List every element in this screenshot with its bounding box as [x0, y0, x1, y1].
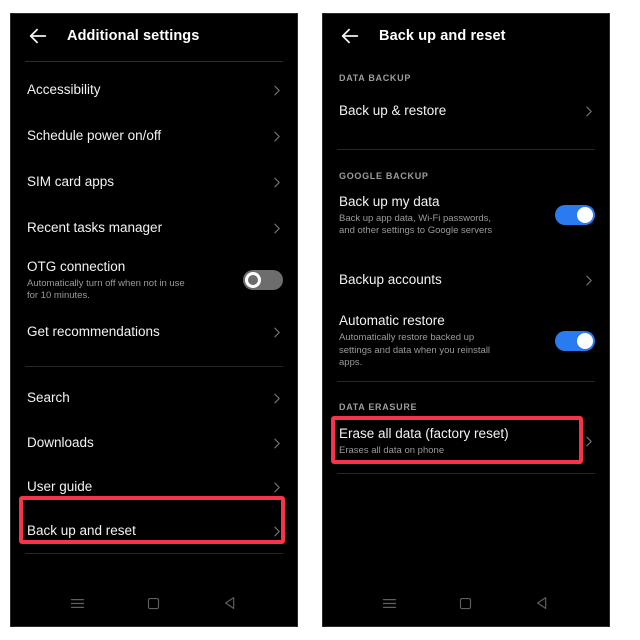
sidebar-item-accessibility[interactable]: Accessibility — [11, 67, 297, 113]
chevron-right-icon — [269, 524, 283, 538]
chevron-right-icon — [269, 480, 283, 494]
sidebar-item-otg-connection[interactable]: OTG connection Automatically turn off wh… — [11, 251, 297, 309]
row-text: Back up my data Back up app data, Wi-Fi … — [339, 193, 547, 238]
menu-icon[interactable] — [60, 586, 94, 620]
section-header-data-erasure: DATA ERASURE — [339, 402, 418, 412]
row-description: Erases all data on phone — [339, 444, 445, 456]
screenshot-stage: Additional settings Accessibility Schedu… — [0, 0, 640, 640]
right-navigation-bar — [323, 580, 609, 626]
page-title: Additional settings — [67, 28, 200, 44]
row-erase-all-data[interactable]: Erase all data (factory reset) Erases al… — [323, 417, 609, 465]
chevron-right-icon — [269, 129, 283, 143]
row-label: User guide — [27, 479, 93, 494]
list-divider — [25, 366, 283, 367]
left-appbar: Additional settings — [11, 14, 297, 58]
chevron-right-icon — [581, 273, 595, 287]
row-backup-accounts[interactable]: Backup accounts — [323, 254, 609, 306]
row-text: Back up and reset — [27, 522, 263, 540]
row-description: Back up app data, Wi-Fi passwords, and o… — [339, 212, 493, 237]
back-up-my-data-toggle[interactable] — [555, 205, 595, 225]
list-divider — [337, 381, 595, 382]
row-label: Back up my data — [339, 193, 440, 209]
right-settings-list: DATA BACKUP Back up & restore GOOGLE BAC… — [323, 72, 609, 474]
row-automatic-restore[interactable]: Automatic restore Automatically restore … — [323, 312, 609, 370]
otg-connection-toggle[interactable] — [243, 270, 283, 290]
row-label: Accessibility — [27, 82, 101, 97]
back-triangle-icon[interactable] — [214, 586, 248, 620]
row-text: Backup accounts — [339, 271, 575, 289]
list-divider — [25, 553, 283, 554]
row-text: Get recommendations — [27, 323, 263, 341]
phone-screen-back-up-and-reset: Back up and reset DATA BACKUP Back up & … — [322, 13, 610, 627]
row-back-up-my-data[interactable]: Back up my data Back up app data, Wi-Fi … — [323, 186, 609, 244]
menu-icon[interactable] — [372, 586, 406, 620]
header-divider — [25, 61, 283, 62]
toggle-knob — [577, 207, 593, 223]
left-settings-list: Accessibility Schedule power on/off SIM … — [11, 67, 297, 554]
left-screen: Additional settings Accessibility Schedu… — [11, 14, 297, 626]
section-header-google-backup: GOOGLE BACKUP — [339, 171, 429, 181]
left-navigation-bar — [11, 580, 297, 626]
row-text: Downloads — [27, 434, 263, 452]
row-text: Accessibility — [27, 81, 263, 99]
row-text: Schedule power on/off — [27, 127, 263, 145]
row-label: Automatic restore — [339, 313, 445, 329]
row-text: OTG connection Automatically turn off wh… — [27, 258, 235, 303]
chevron-right-icon — [269, 83, 283, 97]
row-text: Back up & restore — [339, 102, 575, 120]
row-label: SIM card apps — [27, 174, 115, 189]
chevron-right-icon — [269, 175, 283, 189]
row-text: Automatic restore Automatically restore … — [339, 312, 547, 370]
chevron-right-icon — [269, 391, 283, 405]
row-label: Back up and reset — [27, 523, 136, 538]
row-description: Automatically restore backed up settings… — [339, 332, 491, 369]
row-label: Erase all data (factory reset) — [339, 425, 509, 441]
row-label: Recent tasks manager — [27, 220, 163, 235]
toggle-knob — [577, 333, 593, 349]
row-text: Recent tasks manager — [27, 219, 263, 237]
chevron-right-icon — [269, 436, 283, 450]
row-text: User guide — [27, 478, 263, 496]
row-text: Search — [27, 389, 263, 407]
home-square-icon[interactable] — [449, 586, 483, 620]
row-label: Back up & restore — [339, 103, 447, 118]
sidebar-item-user-guide[interactable]: User guide — [11, 465, 297, 509]
sidebar-item-downloads[interactable]: Downloads — [11, 421, 297, 465]
sidebar-item-back-up-and-reset[interactable]: Back up and reset — [11, 509, 297, 553]
row-description: Automatically turn off when not in use f… — [27, 277, 185, 302]
section-header-data-backup: DATA BACKUP — [339, 73, 412, 83]
chevron-right-icon — [581, 104, 595, 118]
right-screen: Back up and reset DATA BACKUP Back up & … — [323, 14, 609, 626]
list-divider — [337, 473, 595, 474]
sidebar-item-get-recommendations[interactable]: Get recommendations — [11, 309, 297, 355]
back-triangle-icon[interactable] — [526, 586, 560, 620]
row-label: Get recommendations — [27, 324, 160, 339]
home-square-icon[interactable] — [137, 586, 171, 620]
row-label: Downloads — [27, 435, 94, 450]
row-text: Erase all data (factory reset) Erases al… — [339, 425, 575, 458]
chevron-right-icon — [581, 434, 595, 448]
list-divider — [337, 149, 595, 150]
sidebar-item-schedule-power[interactable]: Schedule power on/off — [11, 113, 297, 159]
automatic-restore-toggle[interactable] — [555, 331, 595, 351]
right-appbar: Back up and reset — [323, 14, 609, 58]
row-label: Search — [27, 390, 70, 405]
phone-screen-additional-settings: Additional settings Accessibility Schedu… — [10, 13, 298, 627]
arrow-left-icon[interactable] — [339, 25, 361, 47]
row-back-up-and-restore[interactable]: Back up & restore — [323, 88, 609, 134]
sidebar-item-recent-tasks-manager[interactable]: Recent tasks manager — [11, 205, 297, 251]
sidebar-item-search[interactable]: Search — [11, 375, 297, 421]
chevron-right-icon — [269, 221, 283, 235]
row-text: SIM card apps — [27, 173, 263, 191]
chevron-right-icon — [269, 325, 283, 339]
sidebar-item-sim-card-apps[interactable]: SIM card apps — [11, 159, 297, 205]
toggle-knob — [245, 272, 261, 288]
row-label: Schedule power on/off — [27, 128, 162, 143]
page-title: Back up and reset — [379, 28, 506, 44]
arrow-left-icon[interactable] — [27, 25, 49, 47]
row-label: Backup accounts — [339, 272, 442, 287]
row-label: OTG connection — [27, 258, 126, 274]
